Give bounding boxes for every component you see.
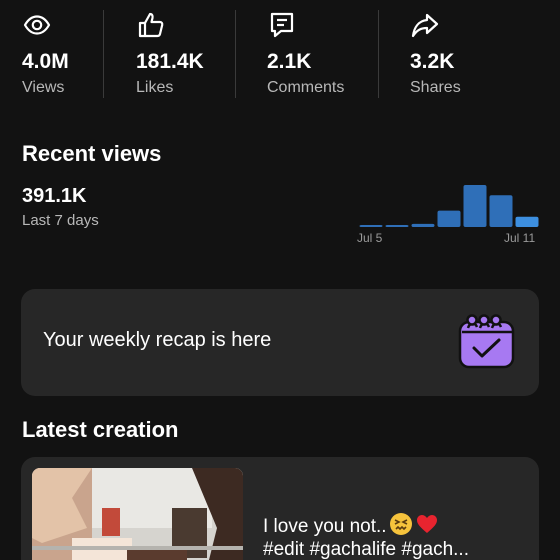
bar-jul-10 — [489, 195, 513, 227]
recent-views-title: Recent views — [22, 141, 162, 166]
stat-label: Likes — [136, 79, 174, 96]
stat-value: 2.1K — [267, 50, 312, 73]
x-tick-start: Jul 5 — [357, 231, 383, 245]
stat-divider — [235, 10, 236, 98]
x-tick-end: Jul 11 — [504, 231, 536, 245]
caption-line-2: #edit #gachalife #gach... — [263, 539, 469, 560]
caption-text-1: I love you not.. — [263, 516, 387, 537]
stat-likes[interactable]: 181.4K Likes — [136, 10, 204, 96]
bar-jul-8 — [437, 210, 461, 227]
share-icon — [411, 13, 439, 38]
stat-value: 4.0M — [22, 50, 69, 73]
comment-icon — [270, 12, 294, 38]
recent-views-value: 391.1K — [22, 185, 87, 207]
weekly-recap-card[interactable]: Your weekly recap is here — [21, 289, 539, 396]
recap-text: Your weekly recap is here — [43, 329, 272, 351]
caption-line-1: I love you not.. — [263, 512, 439, 538]
bar-jul-9 — [463, 185, 487, 227]
recent-views-period: Last 7 days — [22, 212, 99, 229]
calendar-check-icon — [458, 314, 515, 369]
stat-divider — [378, 10, 379, 98]
stat-shares[interactable]: 3.2K Shares — [410, 10, 461, 96]
stat-views[interactable]: 4.0M Views — [22, 10, 69, 96]
stat-label: Views — [22, 79, 65, 96]
bar-jul-6 — [385, 225, 409, 227]
stat-label: Comments — [267, 79, 345, 96]
analytics-page: 4.0M Views 181.4K Likes 2.1K Comments 3.… — [0, 0, 560, 560]
thumbs-up-icon — [138, 12, 164, 38]
confounded-face-icon — [389, 513, 412, 535]
stat-divider — [103, 10, 104, 98]
stats-row: 4.0M Views 181.4K Likes 2.1K Comments 3.… — [0, 0, 560, 110]
stat-value: 3.2K — [410, 50, 455, 73]
thumbnail-image — [32, 468, 243, 560]
bar-jul-5 — [359, 225, 383, 227]
bar-jul-11 — [515, 216, 539, 227]
red-heart-icon — [416, 515, 437, 533]
stat-label: Shares — [410, 79, 461, 96]
latest-creation-title: Latest creation — [22, 417, 179, 442]
eye-icon — [23, 15, 51, 35]
latest-creation-card[interactable]: I love you not.. #edit #gachalife #gach.… — [21, 457, 539, 560]
stat-comments[interactable]: 2.1K Comments — [267, 10, 344, 96]
bar-jul-7 — [411, 223, 435, 227]
stat-value: 181.4K — [136, 50, 204, 73]
video-thumbnail[interactable] — [32, 468, 243, 560]
